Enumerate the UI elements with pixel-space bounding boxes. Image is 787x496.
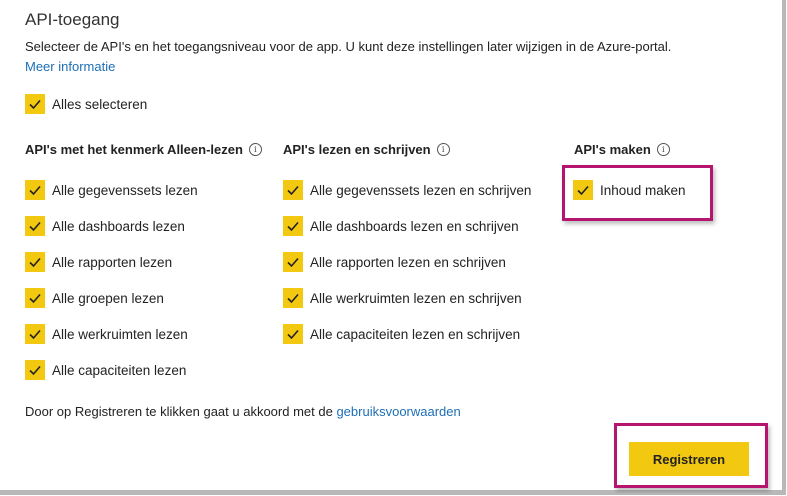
- checkbox-row[interactable]: Alle werkruimten lezen en schrijven: [283, 288, 522, 308]
- checkbox[interactable]: [283, 324, 303, 344]
- checkbox-label: Alle gegevenssets lezen: [52, 182, 198, 198]
- checkmark-icon: [29, 99, 41, 110]
- checkbox-row[interactable]: Alle rapporten lezen en schrijven: [283, 252, 506, 272]
- checkmark-icon: [577, 185, 589, 196]
- select-all-checkbox[interactable]: [25, 94, 45, 114]
- checkbox-row[interactable]: Inhoud maken: [573, 180, 686, 200]
- checkmark-icon: [29, 329, 41, 340]
- checkmark-icon: [287, 329, 299, 340]
- checkmark-icon: [287, 257, 299, 268]
- checkbox-row[interactable]: Alle gegevenssets lezen en schrijven: [283, 180, 531, 200]
- checkbox-label: Alle werkruimten lezen: [52, 326, 188, 342]
- checkbox-label: Alle rapporten lezen en schrijven: [310, 254, 506, 270]
- checkbox-label: Alle capaciteiten lezen en schrijven: [310, 326, 521, 342]
- checkbox-label: Alle capaciteiten lezen: [52, 362, 187, 378]
- checkbox-row[interactable]: Alle dashboards lezen: [25, 216, 185, 236]
- checkmark-icon: [287, 293, 299, 304]
- checkbox[interactable]: [573, 180, 593, 200]
- checkbox-label: Alle dashboards lezen en schrijven: [310, 218, 519, 234]
- checkbox[interactable]: [25, 360, 45, 380]
- dialog-frame: [0, 0, 786, 495]
- more-info-link[interactable]: Meer informatie: [25, 59, 115, 74]
- checkmark-icon: [29, 185, 41, 196]
- column-heading-create: API's maken i: [574, 142, 670, 157]
- checkbox-label: Alle rapporten lezen: [52, 254, 173, 270]
- page-title: API-toegang: [25, 10, 120, 29]
- checkbox-row[interactable]: Alle groepen lezen: [25, 288, 164, 308]
- checkbox[interactable]: [25, 180, 45, 200]
- select-all-row[interactable]: Alles selecteren: [25, 94, 147, 114]
- checkbox-row[interactable]: Alle rapporten lezen: [25, 252, 172, 272]
- checkbox[interactable]: [283, 180, 303, 200]
- checkbox[interactable]: [283, 252, 303, 272]
- checkbox-label: Inhoud maken: [600, 182, 686, 198]
- checkbox-row[interactable]: Alle capaciteiten lezen en schrijven: [283, 324, 520, 344]
- checkbox-row[interactable]: Alle capaciteiten lezen: [25, 360, 186, 380]
- checkbox[interactable]: [283, 288, 303, 308]
- checkbox-label: Alle groepen lezen: [52, 290, 164, 306]
- checkbox-row[interactable]: Alle dashboards lezen en schrijven: [283, 216, 519, 236]
- checkbox-label: Alle werkruimten lezen en schrijven: [310, 290, 522, 306]
- terms-text: Door op Registreren te klikken gaat u ak…: [25, 404, 461, 419]
- register-button[interactable]: Registreren: [629, 442, 749, 476]
- checkbox-row[interactable]: Alle gegevenssets lezen: [25, 180, 198, 200]
- checkmark-icon: [29, 257, 41, 268]
- checkbox[interactable]: [25, 324, 45, 344]
- checkmark-icon: [287, 185, 299, 196]
- checkmark-icon: [29, 365, 41, 376]
- checkmark-icon: [29, 221, 41, 232]
- checkbox[interactable]: [283, 216, 303, 236]
- description-text: Selecteer de API's en het toegangsniveau…: [25, 39, 672, 54]
- checkbox-row[interactable]: Alle werkruimten lezen: [25, 324, 188, 344]
- column-heading-read-write: API's lezen en schrijven i: [283, 142, 450, 157]
- checkbox[interactable]: [25, 288, 45, 308]
- terms-link[interactable]: gebruiksvoorwaarden: [336, 404, 460, 419]
- checkbox[interactable]: [25, 252, 45, 272]
- select-all-label: Alles selecteren: [52, 96, 148, 112]
- info-icon[interactable]: i: [248, 143, 262, 156]
- column-heading-read-only: API's met het kenmerk Alleen-lezen i: [25, 142, 262, 157]
- checkbox-label: Alle dashboards lezen: [52, 218, 185, 234]
- checkmark-icon: [29, 293, 41, 304]
- info-icon[interactable]: i: [436, 143, 450, 156]
- checkmark-icon: [287, 221, 299, 232]
- info-icon[interactable]: i: [656, 143, 670, 156]
- checkbox[interactable]: [25, 216, 45, 236]
- checkbox-label: Alle gegevenssets lezen en schrijven: [310, 182, 532, 198]
